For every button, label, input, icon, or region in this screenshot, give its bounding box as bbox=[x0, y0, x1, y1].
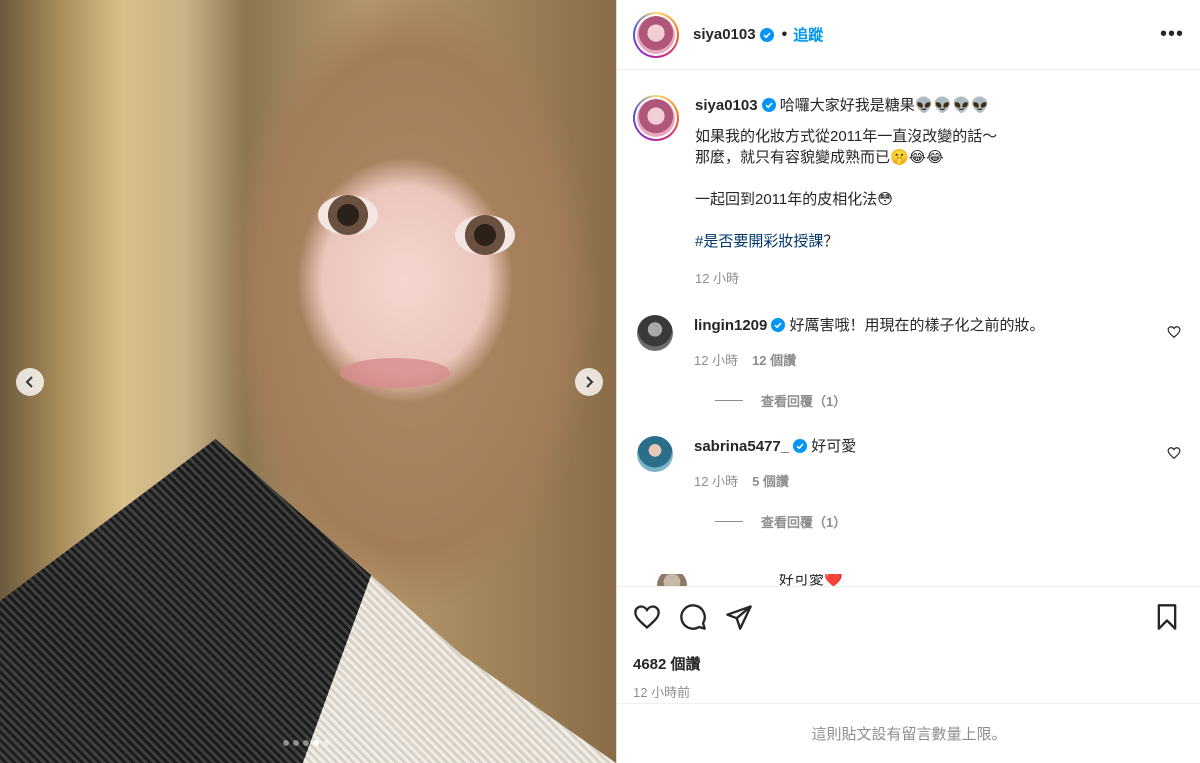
comment-text: 好可愛 bbox=[811, 438, 857, 455]
post-header: siya0103 • 追蹤 ••• bbox=[617, 0, 1200, 70]
view-replies-button[interactable]: 查看回覆（1） bbox=[715, 512, 1185, 531]
more-icon[interactable]: ••• bbox=[1160, 24, 1184, 44]
verified-icon bbox=[793, 439, 808, 453]
post-caption: siya0103 哈囉大家好我是糖果👽👽👽👽 如果我的化妝方式從2011年一直沒… bbox=[633, 95, 1185, 289]
follow-button[interactable]: 追蹤 bbox=[793, 24, 823, 45]
verified-icon bbox=[761, 98, 776, 112]
photo-eye-left bbox=[318, 195, 378, 235]
caption-text: 如果我的化妝方式從2011年一直沒改變的話～ 那麼，就只有容貌變成熟而已🤫😂😂 … bbox=[695, 128, 998, 208]
comment-icon[interactable] bbox=[679, 603, 707, 631]
likes-count[interactable]: 4682 個讚 bbox=[633, 653, 1185, 674]
view-replies-label: 查看回覆（1） bbox=[761, 394, 847, 409]
carousel-dot bbox=[323, 740, 329, 746]
author-avatar[interactable] bbox=[633, 11, 679, 58]
author-username[interactable]: siya0103 bbox=[693, 26, 756, 43]
caption-hashtag-suffix: ？ bbox=[823, 233, 839, 250]
header-separator: • bbox=[781, 25, 788, 43]
post-side-panel: siya0103 • 追蹤 ••• siya0103 哈囉大家好我是糖果👽👽👽👽… bbox=[616, 0, 1200, 763]
comment-limit-notice: 這則貼文設有留言數量上限。 bbox=[617, 703, 1200, 763]
caption-greeting: 哈囉大家好我是糖果👽👽👽👽 bbox=[779, 97, 990, 114]
comment-item: sabrina5477_ 好可愛 12 小時 5 個讚 bbox=[633, 436, 1185, 492]
comment-like-icon[interactable] bbox=[1167, 446, 1181, 460]
comment-item: lingin1209 好厲害哦！用現在的樣子化之前的妝。 12 小時 12 個讚 bbox=[633, 315, 1185, 371]
comment-like-icon[interactable] bbox=[1167, 325, 1181, 339]
partial-comment: 好可愛❤️ bbox=[633, 574, 933, 586]
commenter-avatar[interactable] bbox=[657, 574, 687, 586]
view-replies-label: 查看回覆（1） bbox=[761, 515, 847, 530]
next-photo-button[interactable] bbox=[575, 368, 603, 396]
heart-icon[interactable] bbox=[633, 603, 661, 631]
verified-icon bbox=[759, 27, 774, 42]
commenter-username[interactable]: lingin1209 bbox=[694, 317, 767, 334]
carousel-dot bbox=[303, 740, 309, 746]
verified-icon bbox=[771, 318, 786, 332]
comments-list[interactable]: siya0103 哈囉大家好我是糖果👽👽👽👽 如果我的化妝方式從2011年一直沒… bbox=[617, 71, 1200, 586]
share-icon[interactable] bbox=[725, 603, 753, 631]
partial-comment-text: 好可愛❤️ bbox=[779, 574, 843, 586]
comment-time: 12 小時 bbox=[694, 474, 739, 489]
caption-time: 12 小時 bbox=[695, 271, 740, 286]
photo-eye-right bbox=[455, 215, 515, 255]
commenter-avatar[interactable] bbox=[637, 315, 673, 351]
photo-lips bbox=[340, 358, 450, 388]
post-actions: 4682 個讚 12 小時前 bbox=[617, 586, 1200, 701]
post-photo-carousel[interactable] bbox=[0, 0, 616, 763]
caption-avatar[interactable] bbox=[633, 95, 679, 141]
carousel-dot bbox=[283, 740, 289, 746]
carousel-dots bbox=[283, 740, 329, 746]
carousel-dot bbox=[293, 740, 299, 746]
caption-username[interactable]: siya0103 bbox=[695, 97, 758, 114]
carousel-dot bbox=[313, 740, 319, 746]
post-photo bbox=[0, 0, 616, 763]
previous-photo-button[interactable] bbox=[16, 368, 44, 396]
chevron-right-icon bbox=[586, 376, 594, 388]
caption-hashtag[interactable]: #是否要開彩妝授課 bbox=[695, 233, 823, 250]
chevron-left-icon bbox=[25, 376, 33, 388]
view-replies-button[interactable]: 查看回覆（1） bbox=[715, 391, 1185, 410]
photo-sweater bbox=[0, 439, 616, 763]
post-timestamp[interactable]: 12 小時前 bbox=[633, 682, 1185, 701]
comment-likes[interactable]: 5 個讚 bbox=[752, 471, 789, 492]
bookmark-icon[interactable] bbox=[1153, 603, 1181, 631]
comment-text: 好厲害哦！用現在的樣子化之前的妝。 bbox=[789, 317, 1045, 334]
commenter-avatar[interactable] bbox=[637, 436, 673, 472]
commenter-username[interactable]: sabrina5477_ bbox=[694, 438, 789, 455]
comment-time: 12 小時 bbox=[694, 353, 739, 368]
comment-likes[interactable]: 12 個讚 bbox=[752, 350, 796, 371]
